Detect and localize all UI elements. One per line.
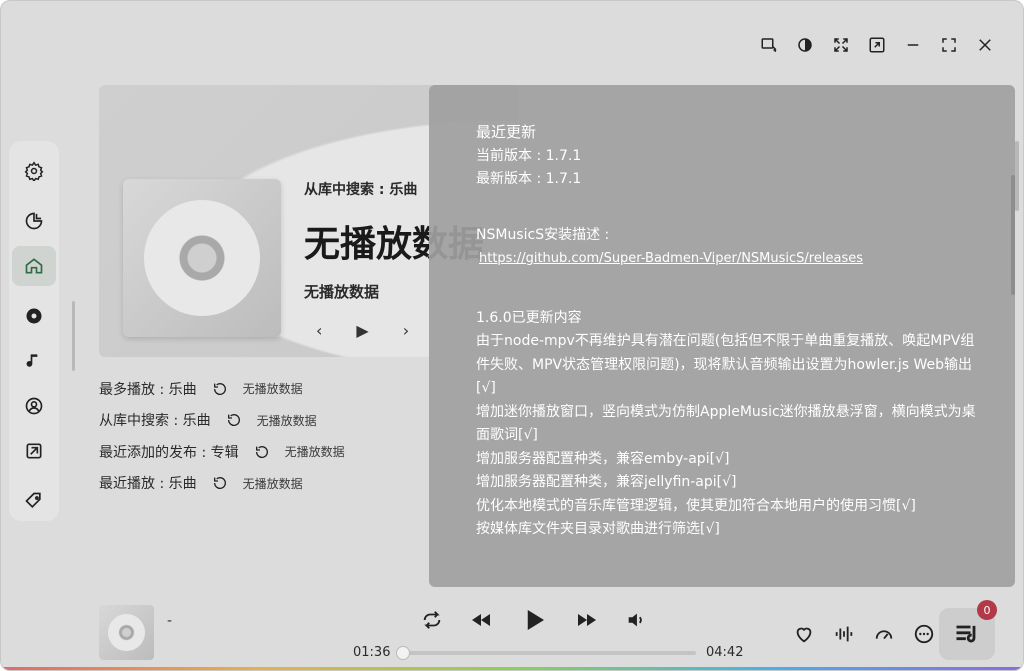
- changelog-line: 增加服务器配置种类，兼容jellyfin-api[√]: [476, 474, 737, 490]
- player-extra-controls: [793, 623, 935, 645]
- list-item-value: 无播放数据: [242, 382, 303, 397]
- volume-button[interactable]: [625, 609, 647, 631]
- refresh-icon[interactable]: [211, 474, 229, 492]
- list-item: 最近播放 : 乐曲 无播放数据: [99, 468, 345, 500]
- sidebar-item-songs[interactable]: [12, 341, 56, 381]
- list-item-label: 最近添加的发布 : 专辑: [99, 444, 239, 461]
- forward-icon: [578, 614, 596, 626]
- page-scrollbar[interactable]: [1015, 141, 1019, 211]
- changelog-line: 由于node-mpv不再维护具有潜在问题(包括但不限于单曲重复播放、唤起MPV组…: [476, 333, 975, 396]
- sidebar: [9, 141, 59, 521]
- changelog-title: 1.6.0已更新内容: [476, 309, 582, 326]
- hero-next-button[interactable]: ›: [403, 321, 409, 340]
- list-item-value: 无播放数据: [256, 413, 317, 428]
- repeat-button[interactable]: [421, 609, 443, 631]
- changelog-line: 优化本地模式的音乐库管理逻辑，使其更加符合本地用户的使用习惯[√]: [476, 497, 916, 514]
- sidebar-item-artists[interactable]: [12, 386, 56, 426]
- list-item-label: 最多播放 : 乐曲: [99, 381, 197, 398]
- more-button[interactable]: [913, 623, 935, 645]
- gear-icon: [24, 161, 44, 181]
- release-link[interactable]: https://github.com/Super-Badmen-Viper/NS…: [479, 251, 863, 266]
- update-panel-content: 最近更新 当前版本 : 1.7.1 最新版本 : 1.7.1 NSMusicS安…: [476, 121, 976, 542]
- refresh-icon[interactable]: [225, 411, 243, 429]
- install-description: NSMusicS安装描述 :: [476, 226, 610, 243]
- equalizer-button[interactable]: [833, 623, 855, 645]
- sidebar-item-stats[interactable]: [12, 201, 56, 241]
- like-button[interactable]: [793, 623, 815, 645]
- refresh-icon[interactable]: [253, 443, 271, 461]
- hero-nav: ‹ ▶ ›: [316, 321, 409, 340]
- album-icon: [26, 308, 42, 324]
- list-item: 最近添加的发布 : 专辑 无播放数据: [99, 436, 345, 468]
- theme-toggle-icon[interactable]: [795, 35, 815, 55]
- latest-version: 最新版本 : 1.7.1: [476, 171, 582, 187]
- now-playing-cover[interactable]: [99, 605, 154, 660]
- note-icon: [26, 354, 38, 367]
- disc-icon: [144, 200, 260, 316]
- next-button[interactable]: [575, 608, 599, 632]
- list-item-value: 无播放数据: [242, 476, 303, 491]
- current-time: 01:36: [353, 645, 391, 660]
- current-version: 当前版本 : 1.7.1: [476, 147, 582, 164]
- section-list: 最多播放 : 乐曲 无播放数据 从库中搜索 : 乐曲 无播放数据 最近添加的发布…: [99, 373, 345, 499]
- list-item-label: 从库中搜索 : 乐曲: [99, 413, 211, 430]
- home-icon: [25, 258, 43, 274]
- hero-cover[interactable]: [123, 179, 281, 337]
- queue-icon: [956, 625, 976, 643]
- sidebar-item-playlists[interactable]: [12, 431, 56, 471]
- list-item: 从库中搜索 : 乐曲 无播放数据: [99, 405, 345, 437]
- volume-icon: [628, 613, 642, 627]
- close-icon[interactable]: [975, 35, 995, 55]
- playback-controls: [421, 605, 647, 635]
- waveform-icon: [835, 626, 853, 642]
- sidebar-item-settings[interactable]: [12, 151, 56, 191]
- list-item-value: 无播放数据: [284, 445, 345, 460]
- changelog-line: 增加迷你播放窗口，竖向模式为仿制AppleMusic迷你播放悬浮窗，横向模式为桌…: [476, 403, 976, 444]
- window-controls: [759, 35, 995, 55]
- refresh-icon[interactable]: [211, 380, 229, 398]
- progress-knob[interactable]: [396, 646, 410, 660]
- previous-button[interactable]: [469, 608, 493, 632]
- play-button[interactable]: [519, 605, 549, 635]
- sidebar-item-tags[interactable]: [12, 481, 56, 521]
- update-panel: 最近更新 当前版本 : 1.7.1 最新版本 : 1.7.1 NSMusicS安…: [429, 85, 1015, 587]
- heart-icon: [796, 627, 812, 643]
- hero-play-button[interactable]: ▶: [356, 321, 368, 340]
- changelog-line: 增加服务器配置种类，兼容emby-api[√]: [476, 450, 730, 467]
- download-icon[interactable]: [759, 35, 779, 55]
- disc-icon: [108, 614, 145, 651]
- app-window: 从库中搜索 : 乐曲 无播放数据 无播放数据 ‹ ▶ › 最多播放 : 乐曲 无…: [0, 0, 1024, 671]
- total-time: 04:42: [706, 645, 744, 660]
- list-item: 最多播放 : 乐曲 无播放数据: [99, 373, 345, 405]
- rewind-icon: [472, 614, 490, 626]
- progress-bar[interactable]: [396, 646, 696, 660]
- now-playing-title: -: [167, 613, 173, 629]
- user-icon: [25, 397, 43, 415]
- play-icon: [527, 610, 544, 630]
- fullscreen-icon[interactable]: [831, 35, 851, 55]
- list-item-label: 最近播放 : 乐曲: [99, 476, 197, 493]
- sidebar-item-albums[interactable]: [12, 296, 56, 336]
- speed-button[interactable]: [873, 623, 895, 645]
- hero-no-data: 无播放数据: [304, 283, 380, 301]
- more-icon: [914, 624, 934, 644]
- mini-player-icon[interactable]: [867, 35, 887, 55]
- queue-count-badge: 0: [977, 600, 997, 620]
- speedometer-icon: [875, 630, 893, 640]
- maximize-icon[interactable]: [939, 35, 959, 55]
- playlist-icon: [26, 443, 42, 459]
- chart-icon: [25, 212, 43, 230]
- hero-prev-button[interactable]: ‹: [316, 321, 322, 340]
- minimize-icon[interactable]: [903, 35, 923, 55]
- sidebar-scrollbar[interactable]: [72, 301, 75, 371]
- hero-subtitle: 从库中搜索 : 乐曲: [304, 182, 418, 198]
- repeat-icon: [423, 611, 441, 629]
- sidebar-item-home[interactable]: [12, 246, 56, 286]
- tag-icon: [25, 492, 41, 509]
- window-accent-border: [1, 667, 1023, 670]
- changelog-line: 按媒体库文件夹目录对歌曲进行筛选[√]: [476, 521, 720, 537]
- update-panel-title: 最近更新: [476, 123, 537, 141]
